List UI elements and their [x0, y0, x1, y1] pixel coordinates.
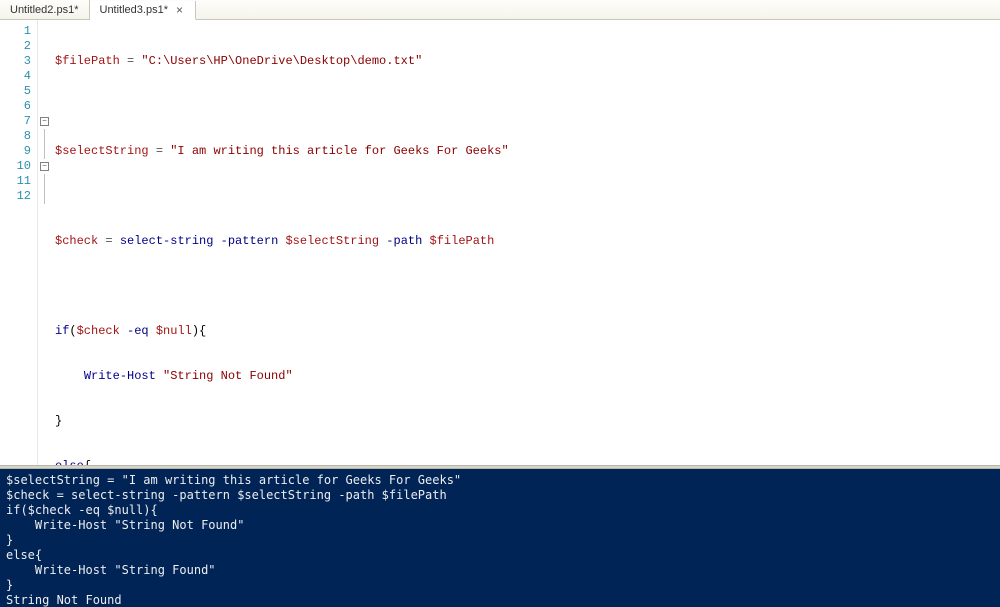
tab-untitled2[interactable]: Untitled2.ps1* — [0, 0, 90, 19]
code-line — [55, 279, 509, 294]
console-line: $check = select-string -pattern $selectS… — [6, 488, 994, 503]
code-line: $filePath = "C:\Users\HP\OneDrive\Deskto… — [55, 54, 509, 69]
code-line — [55, 99, 509, 114]
console-line: String Not Found — [6, 593, 994, 607]
line-number: 7 — [0, 114, 33, 129]
console-pane[interactable]: $selectString = "I am writing this artic… — [0, 469, 1000, 607]
line-number: 8 — [0, 129, 33, 144]
console-line: Write-Host "String Found" — [6, 563, 994, 578]
line-number: 3 — [0, 54, 33, 69]
line-number: 5 — [0, 84, 33, 99]
code-line: $check = select-string -pattern $selectS… — [55, 234, 509, 249]
fold-gutter: − − — [38, 20, 51, 465]
console-line: if($check -eq $null){ — [6, 503, 994, 518]
tab-label: Untitled3.ps1* — [100, 4, 169, 16]
collapse-icon[interactable]: − — [40, 117, 49, 126]
tab-bar: Untitled2.ps1* Untitled3.ps1* × — [0, 0, 1000, 20]
line-number: 6 — [0, 99, 33, 114]
tab-label: Untitled2.ps1* — [10, 4, 79, 16]
collapse-icon[interactable]: − — [40, 162, 49, 171]
line-number-gutter: 1 2 3 4 5 6 7 8 9 10 11 12 — [0, 20, 38, 465]
code-line: Write-Host "String Not Found" — [55, 369, 509, 384]
tab-untitled3[interactable]: Untitled3.ps1* × — [90, 1, 197, 20]
code-line: $selectString = "I am writing this artic… — [55, 144, 509, 159]
code-line — [55, 189, 509, 204]
line-number: 12 — [0, 189, 33, 204]
fold-line-icon — [44, 189, 45, 204]
line-number: 2 — [0, 39, 33, 54]
console-line: Write-Host "String Not Found" — [6, 518, 994, 533]
code-line: if($check -eq $null){ — [55, 324, 509, 339]
line-number: 4 — [0, 69, 33, 84]
fold-line-icon — [44, 174, 45, 189]
console-line: $selectString = "I am writing this artic… — [6, 473, 994, 488]
code-line: } — [55, 414, 509, 429]
line-number: 11 — [0, 174, 33, 189]
code-area[interactable]: $filePath = "C:\Users\HP\OneDrive\Deskto… — [51, 20, 509, 465]
console-line: } — [6, 533, 994, 548]
editor-pane[interactable]: 1 2 3 4 5 6 7 8 9 10 11 12 − − $filePath… — [0, 20, 1000, 465]
console-line: } — [6, 578, 994, 593]
fold-line-icon — [44, 144, 45, 159]
close-icon[interactable]: × — [174, 3, 185, 17]
line-number: 1 — [0, 24, 33, 39]
console-line: else{ — [6, 548, 994, 563]
fold-line-icon — [44, 129, 45, 144]
line-number: 9 — [0, 144, 33, 159]
line-number: 10 — [0, 159, 33, 174]
